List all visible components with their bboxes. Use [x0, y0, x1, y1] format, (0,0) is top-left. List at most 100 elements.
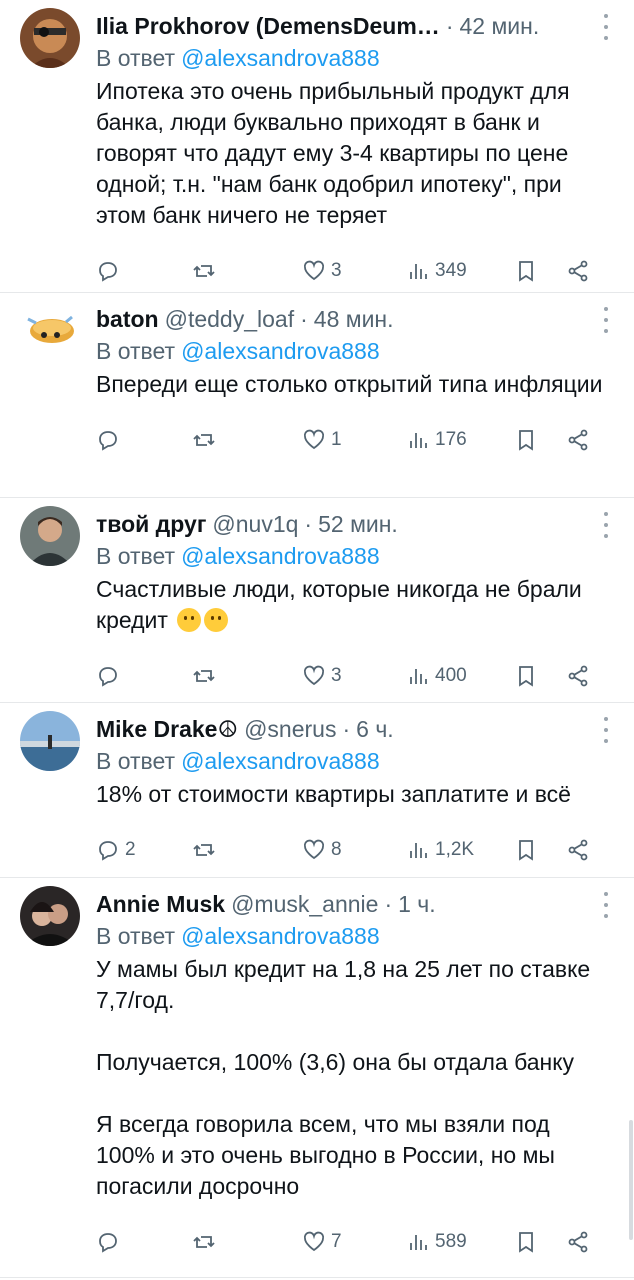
author-handle[interactable]: @musk_annie [231, 891, 378, 918]
avatar[interactable] [20, 301, 80, 361]
separator-dot: · [300, 305, 308, 332]
share-button[interactable] [566, 664, 590, 688]
retweet-icon [193, 265, 215, 277]
bookmark-button[interactable] [514, 259, 566, 283]
like-button[interactable]: 1 [302, 428, 406, 452]
tweet[interactable]: baton @teddy_loaf · 48 мин. В ответ @alex… [0, 293, 634, 498]
reply-icon [99, 667, 117, 687]
avatar[interactable] [20, 886, 80, 946]
bookmark-icon [519, 261, 533, 282]
bookmark-icon [519, 430, 533, 451]
timestamp[interactable]: 42 мин. [459, 13, 539, 40]
mention-link[interactable]: @alexsandrova888 [181, 748, 380, 774]
action-bar: 2 8 1,2K [96, 820, 606, 880]
share-button[interactable] [566, 259, 590, 283]
avatar[interactable] [20, 8, 80, 68]
retweet-icon [193, 434, 215, 446]
mention-link[interactable]: @alexsandrova888 [181, 923, 380, 949]
timestamp[interactable]: 1 ч. [398, 891, 436, 918]
heart-icon [303, 429, 325, 450]
retweet-button[interactable] [192, 259, 302, 283]
author-handle[interactable]: @teddy_loaf [165, 306, 295, 333]
share-icon [568, 260, 588, 282]
author-name[interactable]: Annie Musk [96, 891, 225, 918]
bookmark-button[interactable] [514, 838, 566, 862]
share-button[interactable] [566, 428, 590, 452]
retweet-button[interactable] [192, 664, 302, 688]
separator-dot: · [342, 715, 351, 742]
heart-icon [303, 839, 325, 860]
reply-button[interactable] [96, 664, 192, 688]
views-button[interactable]: 589 [406, 1230, 514, 1254]
reply-context: В ответ @alexsandrova888 [96, 42, 606, 74]
retweet-button[interactable] [192, 1230, 302, 1254]
tweet-text: У мамы был кредит на 1,8 на 25 лет по ст… [96, 956, 591, 1199]
tweet[interactable]: Mike Drake☮ @snerus · 6 ч. В ответ @alexs… [0, 703, 634, 878]
views-count: 349 [435, 260, 467, 281]
tweet[interactable]: твой друг @nuv1q · 52 мин. В ответ @alexs… [0, 498, 634, 703]
more-options-icon[interactable] [600, 307, 612, 333]
author-name[interactable]: Ilia Prokhorov (DemensDeum… [96, 13, 440, 40]
heart-icon [303, 665, 325, 686]
views-count: 176 [435, 429, 467, 450]
share-icon [568, 429, 588, 451]
author-name[interactable]: Mike Drake☮ [96, 716, 238, 743]
more-options-icon[interactable] [600, 892, 612, 918]
bookmark-button[interactable] [514, 1230, 566, 1254]
heart-icon [303, 1231, 325, 1252]
author-name[interactable]: твой друг [96, 511, 206, 538]
action-bar: 7 589 [96, 1212, 606, 1272]
share-button[interactable] [566, 838, 590, 862]
tweet-text-container: Счастливые люди, которые никогда не брал… [96, 574, 606, 636]
author-handle[interactable]: @nuv1q [212, 511, 298, 538]
reply-button[interactable] [96, 428, 192, 452]
bookmark-button[interactable] [514, 428, 566, 452]
reply-button[interactable]: 2 [96, 838, 192, 862]
views-button[interactable]: 1,2K [406, 838, 514, 862]
retweet-icon [193, 670, 215, 682]
reply-button[interactable] [96, 1230, 192, 1254]
avatar[interactable] [20, 506, 80, 566]
tweet[interactable]: Ilia Prokhorov (DemensDeum… · 42 мин. В … [0, 0, 634, 293]
bookmark-button[interactable] [514, 664, 566, 688]
tweet-text: 18% от стоимости квартиры заплатите и вс… [96, 781, 571, 807]
mention-link[interactable]: @alexsandrova888 [181, 338, 380, 364]
author-name[interactable]: baton [96, 306, 159, 333]
views-button[interactable]: 349 [406, 259, 514, 283]
mention-link[interactable]: @alexsandrova888 [181, 45, 380, 71]
timestamp[interactable]: 52 мин. [318, 511, 398, 538]
retweet-button[interactable] [192, 428, 302, 452]
share-button[interactable] [566, 1230, 590, 1254]
views-button[interactable]: 176 [406, 428, 514, 452]
scrollbar[interactable] [629, 1120, 633, 1240]
mention-link[interactable]: @alexsandrova888 [181, 543, 380, 569]
reply-context: В ответ @alexsandrova888 [96, 920, 606, 952]
share-icon [568, 839, 588, 861]
like-button[interactable]: 7 [302, 1230, 406, 1254]
more-options-icon[interactable] [600, 512, 612, 538]
like-count: 8 [331, 839, 342, 860]
retweet-icon [193, 1236, 215, 1248]
reply-count: 2 [125, 839, 136, 860]
avatar[interactable] [20, 711, 80, 771]
like-button[interactable]: 8 [302, 838, 406, 862]
like-button[interactable]: 3 [302, 664, 406, 688]
separator-dot: · [304, 510, 313, 537]
timestamp[interactable]: 48 мин. [314, 306, 394, 333]
author-handle[interactable]: @snerus [244, 716, 336, 743]
tweet[interactable]: Annie Musk @musk_annie · 1 ч. В ответ @al… [0, 878, 634, 1278]
like-button[interactable]: 3 [302, 259, 406, 283]
reply-button[interactable] [96, 259, 192, 283]
separator-dot: · [445, 12, 454, 39]
more-options-icon[interactable] [600, 717, 612, 743]
retweet-button[interactable] [192, 838, 302, 862]
views-button[interactable]: 400 [406, 664, 514, 688]
reply-prefix: В ответ [96, 338, 176, 364]
reply-prefix: В ответ [96, 923, 176, 949]
share-icon [568, 665, 588, 687]
more-options-icon[interactable] [600, 14, 612, 40]
action-bar: 1 176 [96, 410, 606, 470]
timestamp[interactable]: 6 ч. [356, 716, 394, 743]
views-count: 589 [435, 1231, 467, 1252]
action-bar: 3 349 [96, 241, 606, 301]
